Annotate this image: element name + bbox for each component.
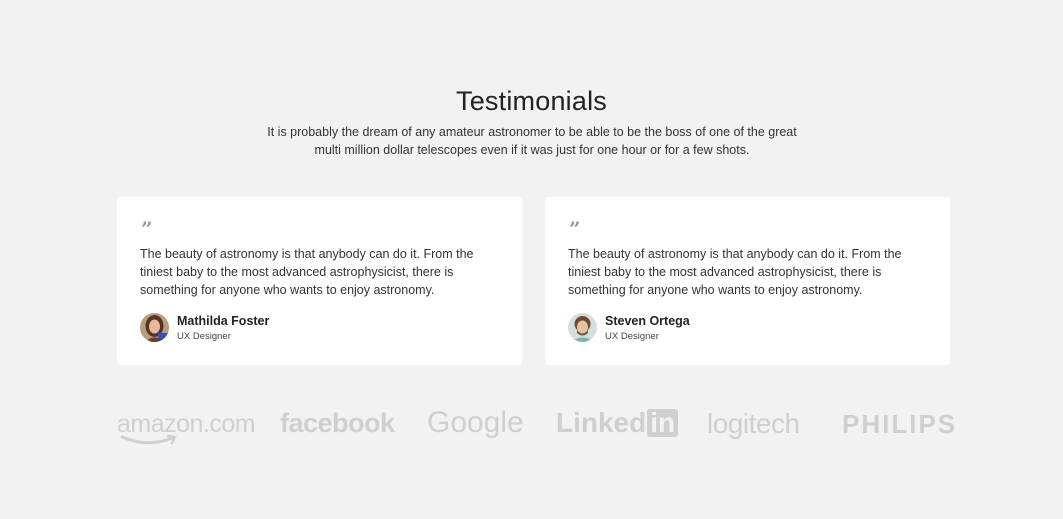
- philips-logo: PHILIPS: [842, 409, 958, 439]
- linkedin-in-box: in: [647, 409, 679, 437]
- linkedin-logo-text: Linked: [556, 407, 647, 438]
- amazon-smile-icon: [120, 434, 177, 445]
- testimonials-section: Testimonials It is probably the dream of…: [0, 0, 1063, 519]
- author-role: UX Designer: [605, 331, 659, 342]
- quote-icon: ”: [569, 217, 581, 241]
- avatar: [568, 313, 597, 342]
- logitech-logo: logitech: [707, 408, 800, 439]
- author-name: Mathilda Foster: [177, 314, 270, 328]
- linkedin-logo: Linked in: [556, 407, 679, 439]
- google-logo: Google: [427, 406, 524, 439]
- section-title: Testimonials: [456, 86, 607, 116]
- quote-icon: ”: [141, 217, 153, 241]
- facebook-logo: facebook: [280, 408, 395, 438]
- testimonial-quote: The beauty of astronomy is that anybody …: [140, 247, 474, 297]
- testimonial-card: ” The beauty of astronomy is that anybod…: [117, 197, 522, 365]
- author-role: UX Designer: [177, 331, 231, 342]
- testimonial-card: ” The beauty of astronomy is that anybod…: [545, 197, 950, 365]
- author-name: Steven Ortega: [605, 314, 690, 328]
- avatar: [140, 313, 169, 342]
- testimonial-quote: The beauty of astronomy is that anybody …: [568, 247, 902, 297]
- amazon-logo: amazon.com: [117, 410, 256, 445]
- section-subtitle: It is probably the dream of any amateur …: [267, 125, 797, 157]
